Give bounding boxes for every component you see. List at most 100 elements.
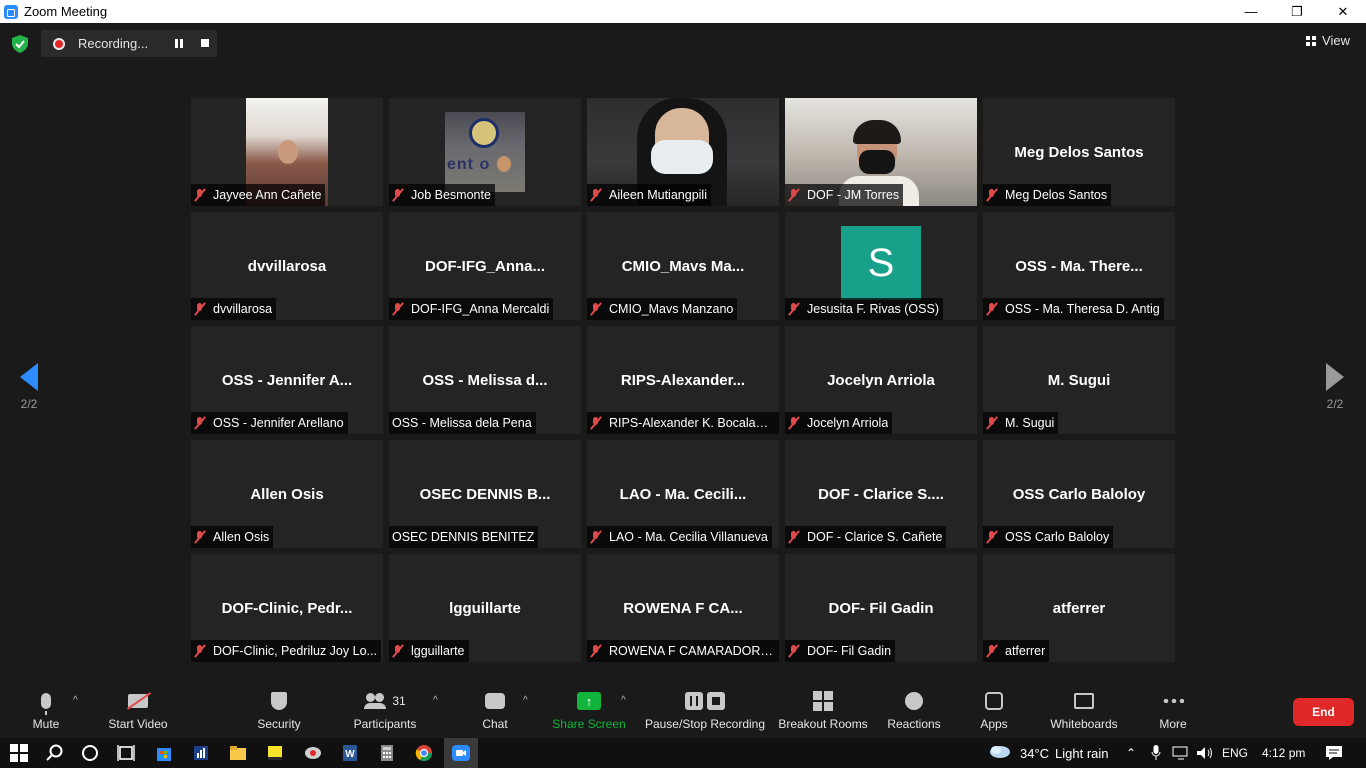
participant-tile[interactable]: RIPS-Alexander... RIPS-Alexander K. Bocal…: [587, 326, 779, 434]
participant-tile[interactable]: DOF-IFG_Anna... DOF-IFG_Anna Mercaldi: [389, 212, 581, 320]
microphone-icon: [41, 693, 51, 715]
reactions-label: Reactions: [887, 717, 941, 731]
next-page-button[interactable]: 2/2: [1320, 363, 1350, 411]
show-hidden-icons-chevron-icon[interactable]: ⌃: [1126, 738, 1136, 768]
sticky-notes-icon[interactable]: [266, 744, 284, 762]
word-icon[interactable]: W: [341, 744, 359, 762]
participant-name: dvvillarosa: [213, 302, 273, 316]
notifications-icon[interactable]: [1325, 745, 1343, 761]
participant-tile[interactable]: OSEC DENNIS B... OSEC DENNIS BENITEZ: [389, 440, 581, 548]
minimize-button[interactable]: —: [1228, 0, 1274, 23]
participant-tile[interactable]: Jocelyn Arriola Jocelyn Arriola: [785, 326, 977, 434]
apps-button[interactable]: Apps: [978, 689, 1010, 735]
security-button[interactable]: Security: [254, 689, 304, 735]
whiteboard-icon: [1074, 693, 1094, 709]
participant-tile[interactable]: atferrer atferrer: [983, 554, 1175, 662]
participant-name: Aileen Mutiangpili: [609, 188, 707, 202]
audio-options-chevron-icon[interactable]: ^: [73, 695, 78, 706]
participants-button[interactable]: 31 Participants: [350, 689, 420, 735]
participant-tile[interactable]: M. Sugui M. Sugui: [983, 326, 1175, 434]
participant-name-label: M. Sugui: [983, 412, 1059, 434]
mic-muted-icon: [986, 302, 998, 316]
participant-tile[interactable]: DOF - JM Torres: [785, 98, 977, 206]
mic-muted-icon: [392, 644, 404, 658]
network-icon[interactable]: [1172, 746, 1190, 760]
calculator-icon[interactable]: [378, 744, 396, 762]
volume-icon[interactable]: [1196, 746, 1214, 760]
share-screen-button[interactable]: ↑ Share Screen: [552, 689, 626, 735]
more-button[interactable]: More: [1156, 689, 1190, 735]
windows-start-icon[interactable]: [10, 744, 28, 762]
participant-tile[interactable]: LAO - Ma. Cecili... LAO - Ma. Cecilia Vil…: [587, 440, 779, 548]
microphone-tray-icon[interactable]: [1151, 745, 1161, 761]
previous-page-button[interactable]: 2/2: [14, 363, 44, 411]
participant-tile[interactable]: Jayvee Ann Cañete: [191, 98, 383, 206]
view-button[interactable]: View: [1306, 33, 1350, 48]
chat-chevron-icon[interactable]: ^: [523, 695, 528, 706]
zoom-taskbar-icon[interactable]: [452, 744, 470, 762]
cortana-icon[interactable]: [81, 744, 99, 762]
task-view-icon[interactable]: [117, 744, 135, 762]
participant-name: Jayvee Ann Cañete: [213, 188, 322, 202]
participant-name: DOF-Clinic, Pedriluz Joy Lo...: [213, 644, 377, 658]
pause-stop-recording-label: Pause/Stop Recording: [644, 717, 766, 731]
participant-name-label: Job Besmonte: [389, 184, 495, 206]
participant-name: M. Sugui: [1005, 416, 1055, 430]
participant-tile[interactable]: Aileen Mutiangpili: [587, 98, 779, 206]
participant-tile[interactable]: Allen Osis Allen Osis: [191, 440, 383, 548]
whiteboards-label: Whiteboards: [1050, 717, 1118, 731]
participant-tile[interactable]: dvvillarosa dvvillarosa: [191, 212, 383, 320]
weather-widget[interactable]: 34°C Light rain: [988, 738, 1109, 768]
search-icon[interactable]: [46, 744, 64, 762]
participant-tile[interactable]: OSS Carlo Baloloy OSS Carlo Baloloy: [983, 440, 1175, 548]
store-icon[interactable]: [155, 744, 173, 762]
participant-tile[interactable]: OSS - Ma. There... OSS - Ma. Theresa D. A…: [983, 212, 1175, 320]
participant-name-label: Allen Osis: [191, 526, 274, 548]
participant-tile[interactable]: OSS - Melissa d... OSS - Melissa dela Pen…: [389, 326, 581, 434]
input-language[interactable]: ENG: [1222, 738, 1248, 768]
participant-tile[interactable]: ROWENA F CA... ROWENA F CAMARADOR (...: [587, 554, 779, 662]
participant-tile[interactable]: Meg Delos Santos Meg Delos Santos: [983, 98, 1175, 206]
page-indicator-right: 2/2: [1326, 397, 1344, 411]
clock-time[interactable]: 4:12 pm: [1262, 738, 1305, 768]
participants-count: 31: [392, 694, 406, 708]
media-app-icon[interactable]: [304, 744, 322, 762]
chart-app-icon[interactable]: [192, 744, 210, 762]
participant-name-label: DOF- Fil Gadin: [785, 640, 896, 662]
chat-label: Chat: [482, 717, 508, 731]
reactions-smiley-icon: [905, 692, 923, 710]
participant-name-label: DOF-Clinic, Pedriluz Joy Lo...: [191, 640, 381, 662]
participants-chevron-icon[interactable]: ^: [433, 695, 438, 706]
mic-muted-icon: [788, 530, 800, 544]
participant-name: DOF - Clarice S. Cañete: [807, 530, 943, 544]
mic-muted-icon: [590, 416, 602, 430]
chat-button[interactable]: Chat: [478, 689, 512, 735]
participant-tile[interactable]: lgguillarte lgguillarte: [389, 554, 581, 662]
chrome-icon[interactable]: [415, 744, 433, 762]
participant-name: Job Besmonte: [411, 188, 491, 202]
windows-taskbar: W 34°C Light rain ⌃ ENG 4:12 pm: [0, 738, 1366, 768]
reactions-button[interactable]: Reactions: [886, 689, 942, 735]
start-video-button[interactable]: Start Video: [104, 689, 172, 735]
participant-tile[interactable]: DOF- Fil Gadin DOF- Fil Gadin: [785, 554, 977, 662]
participant-tile[interactable]: DOF - Clarice S.... DOF - Clarice S. Cañe…: [785, 440, 977, 548]
stop-recording-icon[interactable]: [201, 39, 209, 47]
end-meeting-button[interactable]: End: [1293, 698, 1354, 726]
encryption-shield-icon[interactable]: [12, 35, 28, 53]
whiteboards-button[interactable]: Whiteboards: [1048, 689, 1120, 735]
mute-button[interactable]: Mute: [30, 689, 62, 735]
participant-tile[interactable]: ent o Job Besmonte: [389, 98, 581, 206]
weather-description: Light rain: [1055, 745, 1109, 761]
restore-button[interactable]: ❐: [1274, 0, 1320, 23]
share-screen-chevron-icon[interactable]: ^: [621, 695, 626, 706]
file-explorer-icon[interactable]: [229, 744, 247, 762]
participant-name-label: Jocelyn Arriola: [785, 412, 893, 434]
participant-tile[interactable]: S Jesusita F. Rivas (OSS): [785, 212, 977, 320]
pause-recording-icon[interactable]: [175, 39, 183, 48]
participant-tile[interactable]: DOF-Clinic, Pedr... DOF-Clinic, Pedriluz …: [191, 554, 383, 662]
close-button[interactable]: ✕: [1320, 0, 1366, 23]
breakout-rooms-button[interactable]: Breakout Rooms: [778, 689, 868, 735]
participant-tile[interactable]: CMIO_Mavs Ma... CMIO_Mavs Manzano: [587, 212, 779, 320]
pause-stop-recording-button[interactable]: Pause/Stop Recording: [644, 689, 766, 735]
participant-tile[interactable]: OSS - Jennifer A... OSS - Jennifer Arella…: [191, 326, 383, 434]
